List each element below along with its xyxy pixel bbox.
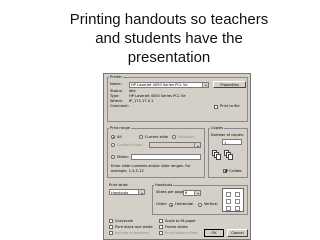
handouts-label: Handouts <box>154 183 174 188</box>
range-selection-label: Selection <box>178 134 195 139</box>
slide-title-line-1: Printing handouts so teachers <box>69 11 269 28</box>
copies-number-input[interactable]: 1 <box>222 139 242 145</box>
collate-label: Collate <box>229 168 242 173</box>
range-custom-show-radio[interactable] <box>111 143 115 147</box>
include-animations-checkbox[interactable] <box>109 231 113 235</box>
slides-per-page-value: 6 <box>185 191 188 195</box>
preview-slide-slot <box>226 199 231 204</box>
properties-button[interactable]: Properties <box>213 81 246 88</box>
print-hidden-checkbox[interactable] <box>159 231 163 235</box>
cancel-button[interactable]: Cancel <box>227 229 248 237</box>
grayscale-label: Grayscale <box>115 218 133 223</box>
include-animations-label: Include animations <box>115 230 150 235</box>
copies-label: Copies <box>210 126 225 131</box>
frame-slides-label: Frame slides <box>165 224 188 229</box>
range-custom-show-label: Custom Show: <box>117 142 143 147</box>
slide-title: Printing handouts so teachers and studen… <box>40 10 298 67</box>
preview-slide-slot <box>226 206 231 211</box>
range-hint-line-2: example, 1,3,5-12 <box>111 169 144 173</box>
range-all-label: All <box>117 134 122 139</box>
print-hidden-label: Print hidden slides <box>165 230 199 235</box>
order-vertical-radio[interactable] <box>198 202 202 207</box>
preview-slide-slot <box>235 206 240 211</box>
scale-to-fit-checkbox[interactable] <box>159 219 163 223</box>
slide-title-line-2: and students have the <box>95 30 243 47</box>
print-what-select[interactable]: Handouts <box>109 189 145 195</box>
preview-slide-slot <box>226 192 231 197</box>
pure-bw-label: Pure black and white <box>115 224 153 229</box>
order-horizontal-label: Horizontal <box>175 202 194 206</box>
range-selection-radio[interactable] <box>172 135 176 139</box>
ok-button[interactable]: OK <box>204 229 224 237</box>
order-label: Order: <box>156 202 168 206</box>
printer-name-select[interactable]: HP LaserJet 4050 Series PCL 5e <box>129 81 209 88</box>
collate-checkbox[interactable] <box>223 169 227 173</box>
copies-number-value: 1 <box>224 140 227 145</box>
range-current-slide-label: Current slide <box>145 134 169 139</box>
print-to-file-label: Print to file <box>220 104 240 108</box>
range-all-radio[interactable] <box>111 135 115 139</box>
scale-to-fit-label: Scale to fit paper <box>165 218 196 223</box>
print-to-file-checkbox[interactable] <box>214 104 218 109</box>
grayscale-checkbox[interactable] <box>109 219 113 223</box>
printer-where-value: IP_172.17.0.1 <box>129 99 154 103</box>
printer-name-label: Name: <box>110 82 122 86</box>
range-slides-radio[interactable] <box>111 155 115 159</box>
slides-input[interactable] <box>131 154 201 160</box>
range-current-slide-radio[interactable] <box>139 135 143 139</box>
printer-group-label: Printer <box>109 75 123 80</box>
preview-slide-slot <box>235 192 240 197</box>
preview-slide-slot <box>235 199 240 204</box>
print-range-label: Print range <box>109 126 131 131</box>
order-horizontal-radio[interactable] <box>169 202 173 207</box>
slide-title-line-3: presentation <box>127 49 211 66</box>
handout-preview <box>222 188 244 212</box>
copies-number-label: Number of copies: <box>211 133 244 137</box>
print-what-value: Handouts <box>111 190 129 195</box>
custom-show-select[interactable] <box>149 142 201 148</box>
slides-per-page-select[interactable]: 6 <box>183 189 201 196</box>
printer-name-value: HP LaserJet 4050 Series PCL 5e <box>131 83 188 87</box>
frame-slides-checkbox[interactable] <box>159 225 163 229</box>
range-slides-label: Slides: <box>117 154 129 159</box>
print-what-label: Print what: <box>109 183 129 187</box>
slides-per-page-label: Slides per page: <box>156 190 186 194</box>
collate-page-icon-3 <box>216 154 221 160</box>
pure-bw-checkbox[interactable] <box>109 225 113 229</box>
print-dialog: Printer Name: HP LaserJet 4050 Series PC… <box>103 73 251 240</box>
printer-comment-label: Comment: <box>110 104 129 108</box>
collate-page-icon-6 <box>228 154 233 160</box>
order-vertical-label: Vertical <box>204 202 218 206</box>
